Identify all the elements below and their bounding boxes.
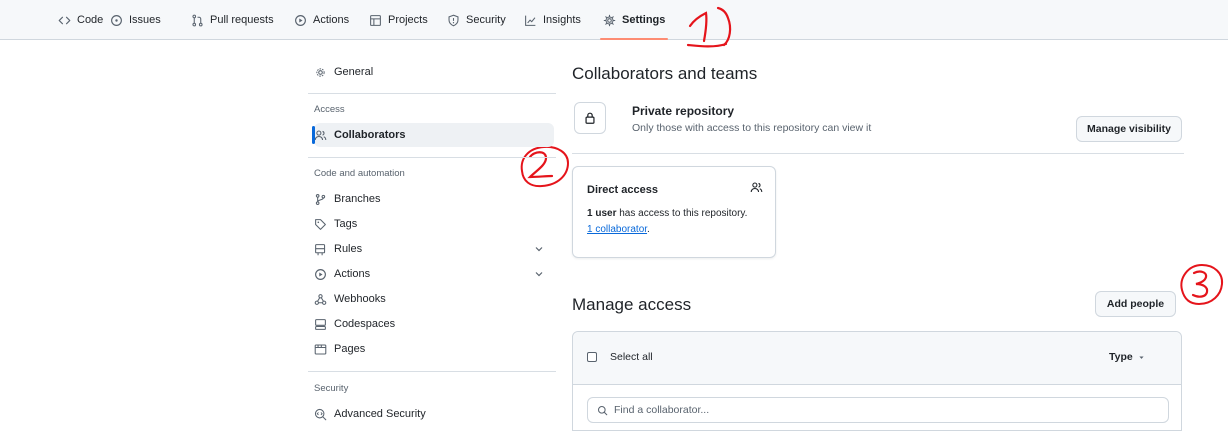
sidebar-item-rules[interactable]: Rules [314, 237, 554, 261]
tab-insights[interactable]: Insights [524, 0, 581, 40]
find-collaborator-input[interactable]: Find a collaborator... [587, 397, 1169, 423]
sidebar-divider [308, 371, 556, 372]
tab-label: Pull requests [210, 14, 274, 26]
annotation-number-1 [686, 6, 732, 48]
tab-code[interactable]: Code [58, 0, 103, 40]
graph-icon [524, 14, 537, 27]
tab-label: Projects [388, 14, 428, 26]
manage-access-title: Manage access [572, 295, 692, 314]
collaborator-link[interactable]: 1 collaborator [587, 224, 647, 235]
user-count: 1 user [587, 208, 617, 219]
visibility-description: Only those with access to this repositor… [632, 122, 872, 134]
sidebar-item-label: Collaborators [334, 129, 406, 141]
gear-icon [603, 14, 616, 27]
tab-pull-requests[interactable]: Pull requests [191, 0, 274, 40]
visibility-icon-box [574, 102, 606, 134]
direct-access-count: 1 user has access to this repository. [587, 208, 747, 219]
play-icon [314, 268, 327, 281]
sidebar-item-advanced-security[interactable]: Advanced Security [314, 402, 554, 426]
active-tab-underline [600, 38, 669, 40]
tab-label: Code [77, 14, 104, 26]
annotation-number-2 [520, 145, 570, 188]
pull-request-icon [191, 14, 204, 27]
tab-issues[interactable]: Issues [110, 0, 161, 40]
issue-icon [110, 14, 123, 27]
tab-label: Actions [313, 14, 350, 26]
direct-access-title: Direct access [587, 184, 658, 196]
browser-icon [314, 343, 327, 356]
tab-label: Settings [622, 14, 666, 26]
sidebar-heading-access: Access [314, 104, 345, 115]
sidebar-item-tags[interactable]: Tags [314, 212, 554, 236]
gear-icon [314, 66, 327, 79]
table-icon [369, 14, 382, 27]
caret-down-icon [1139, 355, 1144, 359]
branch-icon [314, 193, 327, 206]
play-icon [294, 14, 307, 27]
page-title: Collaborators and teams [572, 64, 758, 83]
section-divider [572, 153, 1184, 154]
collaborator-line: 1 collaborator. [587, 224, 650, 235]
people-icon [314, 129, 327, 142]
direct-access-card: Direct access 1 user has access to this … [572, 166, 776, 258]
add-people-button[interactable]: Add people [1095, 291, 1176, 317]
sidebar-item-webhooks[interactable]: Webhooks [314, 287, 554, 311]
tab-actions[interactable]: Actions [294, 0, 349, 40]
codespaces-icon [314, 318, 327, 331]
select-all-label[interactable]: Select all [610, 351, 653, 363]
tab-label: Insights [543, 14, 581, 26]
manage-access-header: Select all Type [573, 332, 1181, 385]
tag-icon [314, 218, 327, 231]
sidebar-item-label: Codespaces [334, 318, 396, 330]
manage-visibility-button[interactable]: Manage visibility [1076, 116, 1182, 142]
sidebar-divider [308, 93, 556, 94]
collaborator-link-suffix: . [647, 224, 650, 235]
sidebar-item-label: General [334, 66, 374, 78]
sidebar-item-branches[interactable]: Branches [314, 187, 554, 211]
people-icon [750, 182, 763, 193]
manage-access-panel: Select all Type Find a collaborator... [572, 331, 1182, 431]
shield-icon [447, 14, 460, 27]
lock-icon [585, 112, 595, 124]
codescan-icon [314, 408, 327, 421]
tab-label: Issues [129, 14, 161, 26]
sidebar-item-collaborators[interactable]: Collaborators [312, 123, 554, 147]
webhook-icon [314, 293, 327, 306]
code-icon [58, 14, 71, 27]
search-placeholder: Find a collaborator... [614, 404, 710, 416]
sidebar-item-label: Actions [334, 268, 371, 280]
user-count-text: has access to this repository. [616, 208, 748, 219]
sidebar-heading-code-automation: Code and automation [314, 168, 405, 179]
tab-security[interactable]: Security [447, 0, 506, 40]
sidebar-item-label: Pages [334, 343, 366, 355]
tab-projects[interactable]: Projects [369, 0, 428, 40]
sidebar-item-general[interactable]: General [314, 60, 554, 84]
sidebar-item-label: Branches [334, 193, 381, 205]
sidebar-heading-security: Security [314, 383, 349, 394]
search-icon [597, 405, 608, 415]
sidebar-item-pages[interactable]: Pages [314, 337, 554, 361]
selected-indicator [312, 126, 315, 144]
sidebar-item-label: Tags [334, 218, 358, 230]
type-filter-label: Type [1109, 351, 1133, 363]
rules-icon [314, 243, 327, 256]
chevron-down-icon[interactable] [534, 269, 544, 279]
sidebar-divider [308, 157, 556, 158]
tab-settings[interactable]: Settings [600, 0, 669, 40]
sidebar-item-label: Rules [334, 243, 363, 255]
sidebar-item-label: Advanced Security [334, 408, 426, 420]
select-all-checkbox[interactable] [587, 352, 597, 362]
chevron-down-icon[interactable] [534, 244, 544, 254]
sidebar-item-actions[interactable]: Actions [314, 262, 554, 286]
tab-label: Security [466, 14, 506, 26]
sidebar-item-label: Webhooks [334, 293, 386, 305]
sidebar-item-codespaces[interactable]: Codespaces [314, 312, 554, 336]
repository-nav: Code Issues Pull requests Actions Projec… [0, 0, 1228, 40]
annotation-number-3 [1180, 263, 1224, 306]
visibility-title: Private repository [632, 104, 735, 118]
type-filter-dropdown[interactable]: Type [1109, 351, 1145, 363]
